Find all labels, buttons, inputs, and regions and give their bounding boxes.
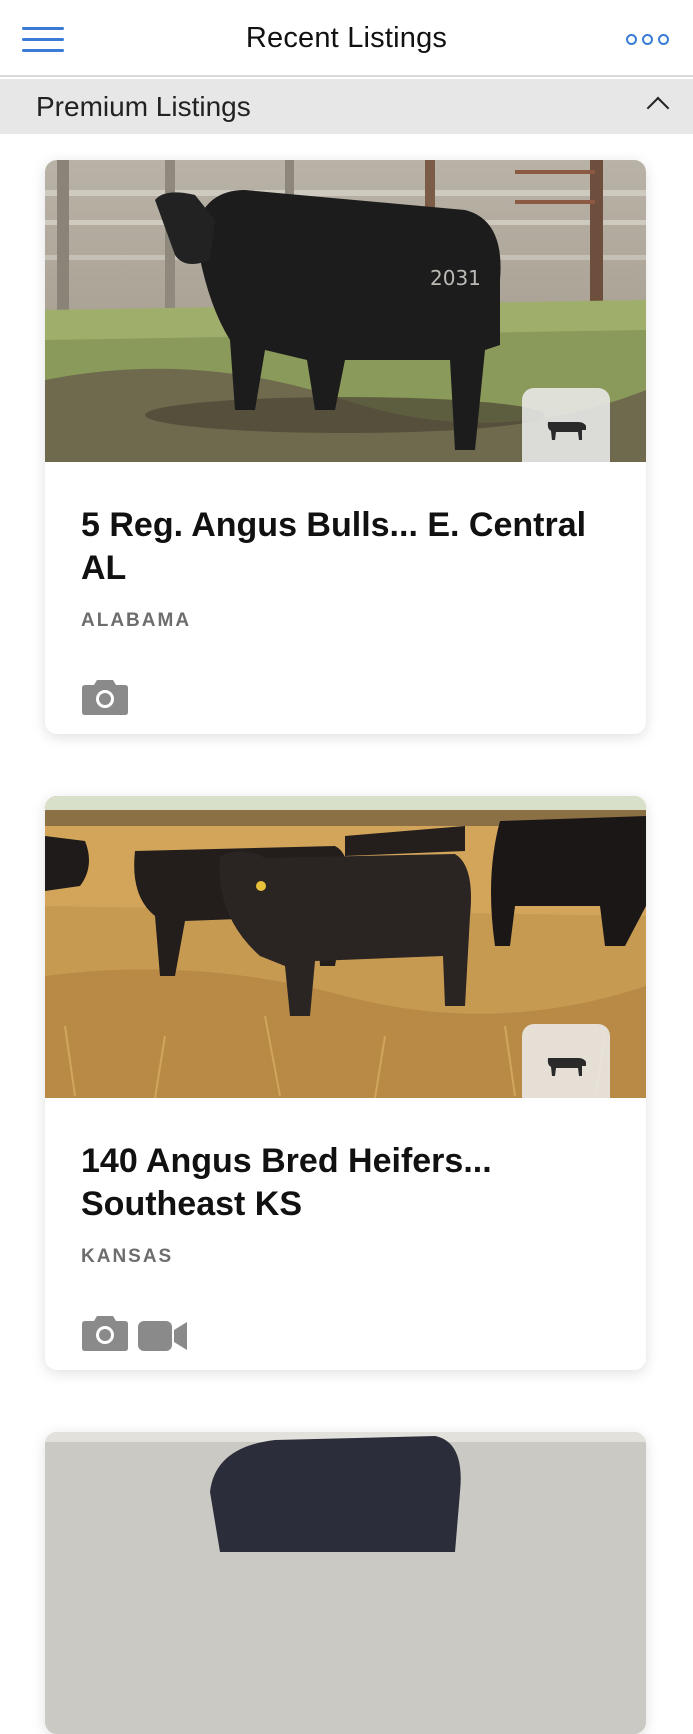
listing-photo: 2031: [45, 160, 646, 462]
listing-details: 5 Reg. Angus Bulls... E. Central AL ALAB…: [45, 462, 646, 734]
section-title: Premium Listings: [36, 91, 251, 122]
listing-card[interactable]: 2031 5 Reg. Angus Bulls... E. Central AL…: [45, 160, 646, 734]
listing-details: 140 Angus Bred Heifers... Southeast KS K…: [45, 1098, 646, 1370]
svg-text:2031: 2031: [430, 266, 481, 290]
more-options-icon[interactable]: [624, 32, 670, 48]
media-icons: [81, 678, 133, 718]
video-icon: [138, 1321, 188, 1351]
listing-title: 140 Angus Bred Heifers... Southeast KS: [81, 1142, 492, 1223]
cow-icon: [547, 1058, 586, 1076]
camera-icon: [82, 1316, 128, 1351]
premium-listings-section-header[interactable]: Premium Listings: [0, 79, 693, 134]
listing-card[interactable]: 140 Angus Bred Heifers... Southeast KS K…: [45, 796, 646, 1370]
chevron-up-icon[interactable]: [646, 96, 670, 120]
top-nav-bar: Recent Listings: [0, 0, 693, 77]
listing-state: ALABAMA: [81, 610, 192, 631]
cow-icon: [547, 422, 586, 440]
listing-photo: [45, 796, 646, 1098]
listing-photo: [45, 1432, 646, 1734]
listing-state: KANSAS: [81, 1246, 174, 1267]
media-icons: [81, 1314, 193, 1354]
listing-title: 5 Reg. Angus Bulls... E. Central AL: [81, 506, 587, 587]
page-title: Recent Listings: [245, 22, 448, 54]
listing-card[interactable]: [45, 1432, 646, 1734]
cattle-category-badge: [522, 388, 610, 462]
cattle-category-badge: [522, 1024, 610, 1098]
camera-icon: [82, 680, 128, 715]
